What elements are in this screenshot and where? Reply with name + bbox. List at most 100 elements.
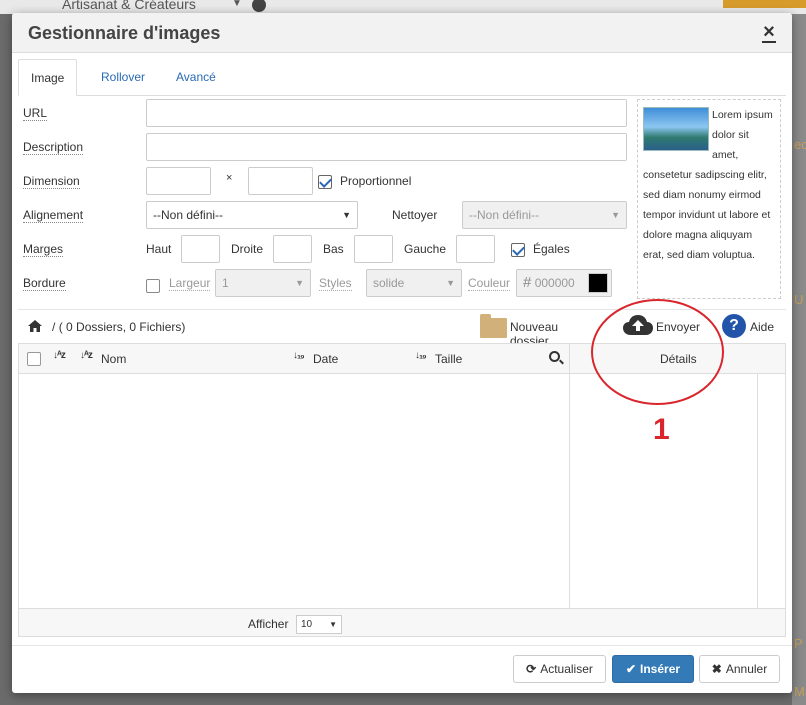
chevron-down-icon: ▼ — [342, 210, 351, 220]
margin-right-label: Droite — [231, 242, 264, 256]
chevron-down-icon: ▼ — [232, 0, 242, 9]
equal-margins-checkbox[interactable] — [511, 243, 525, 257]
border-checkbox[interactable] — [146, 279, 160, 293]
background-fragment: Ma — [794, 684, 806, 699]
insert-label: Insérer — [640, 662, 681, 676]
border-styles-label: Styles — [319, 276, 352, 291]
panel-divider — [569, 344, 570, 636]
home-icon[interactable] — [28, 320, 42, 332]
border-style-select[interactable]: solide ▼ — [366, 269, 462, 297]
close-icon[interactable]: × — [762, 22, 776, 43]
background-fragment: ec — [794, 137, 806, 152]
footer-divider — [12, 645, 792, 646]
proportional-checkbox[interactable] — [318, 175, 332, 189]
alignment-value: --Non défini-- — [153, 208, 224, 222]
equal-margins-label: Égales — [533, 242, 570, 256]
margin-bottom-label: Bas — [323, 242, 344, 256]
close-icon: ✖ — [711, 662, 722, 676]
border-color-input[interactable]: # 000000 — [516, 269, 612, 297]
hash-icon: # — [523, 274, 532, 291]
tab-bar: Image Rollover Avancé — [18, 59, 786, 96]
insert-button[interactable]: ✔ Insérer — [612, 655, 694, 683]
margin-left-label: Gauche — [404, 242, 447, 256]
background-fragment: P — [794, 636, 803, 651]
path-info: ( 0 Dossiers, 0 Fichiers) — [58, 320, 186, 334]
width-input[interactable] — [146, 167, 211, 195]
column-size[interactable]: Taille — [435, 352, 462, 366]
height-input[interactable] — [248, 167, 313, 195]
dimension-separator: × — [226, 172, 233, 184]
border-style-value: solide — [373, 276, 405, 290]
chevron-down-icon: ▼ — [329, 620, 337, 629]
margins-label: Marges — [23, 242, 64, 257]
sort-az-icon[interactable]: ↓ᴬz — [53, 350, 66, 361]
alignment-select[interactable]: --Non défini-- ▼ — [146, 201, 358, 229]
search-icon[interactable] — [549, 351, 560, 362]
help-icon: ? — [722, 314, 746, 338]
tab-advanced[interactable]: Avancé — [164, 59, 228, 96]
sort-az-icon[interactable]: ↓ᴬz — [80, 350, 93, 361]
alignment-label: Alignement — [23, 208, 84, 223]
tab-image[interactable]: Image — [18, 59, 78, 96]
margin-bottom-input[interactable] — [354, 235, 393, 263]
dialog-header: Gestionnaire d'images × — [12, 13, 792, 53]
sort-numeric-icon[interactable]: ↓₁₉ — [293, 350, 305, 361]
border-color-label: Couleur — [468, 276, 511, 291]
details-divider — [757, 374, 758, 608]
file-list-footer: Afficher 10 ▼ — [19, 608, 785, 636]
help-label: Aide — [750, 320, 775, 334]
cancel-button[interactable]: ✖ Annuler — [699, 655, 780, 683]
column-date[interactable]: Date — [313, 352, 338, 366]
tab-rollover[interactable]: Rollover — [89, 59, 157, 96]
description-label: Description — [23, 140, 84, 155]
description-input[interactable] — [146, 133, 627, 161]
background-right-strip: ec U P Ma — [792, 14, 806, 705]
margin-right-input[interactable] — [273, 235, 312, 263]
dialog-title: Gestionnaire d'images — [28, 23, 221, 43]
border-width-label: Largeur — [169, 276, 211, 291]
image-manager-dialog: Gestionnaire d'images × Image Rollover A… — [12, 13, 792, 693]
background-crumb: Artisanat & Créateurs — [62, 0, 196, 12]
new-folder-button[interactable]: Nouveau dossier — [480, 314, 600, 348]
clear-select[interactable]: --Non défini-- ▼ — [462, 201, 627, 229]
chevron-down-icon: ▼ — [295, 278, 304, 288]
check-icon: ✔ — [625, 662, 637, 676]
background-accent — [723, 0, 806, 8]
margin-top-label: Haut — [146, 242, 172, 256]
refresh-button[interactable]: ⟳ Actualiser — [513, 655, 606, 683]
folder-icon — [480, 314, 507, 338]
show-label: Afficher — [248, 617, 289, 631]
border-color-value: 000000 — [534, 276, 575, 290]
annotation-number: 1 — [653, 413, 670, 446]
border-width-select[interactable]: 1 ▼ — [215, 269, 311, 297]
page-size-value: 10 — [301, 619, 313, 630]
refresh-label: Actualiser — [540, 662, 593, 676]
chevron-down-icon: ▼ — [446, 278, 455, 288]
help-button[interactable]: ? Aide — [722, 314, 782, 340]
select-all-checkbox[interactable] — [27, 352, 41, 366]
cancel-label: Annuler — [725, 662, 768, 676]
sort-numeric-icon[interactable]: ↓₁₉ — [415, 350, 427, 361]
background-fragment: U — [794, 292, 804, 307]
background-page-bar: Artisanat & Créateurs ▼ — [0, 0, 806, 14]
url-label: URL — [23, 106, 48, 121]
image-preview: Lorem ipsum dolor sit amet, consetetur s… — [637, 99, 781, 299]
clear-value: --Non défini-- — [469, 208, 540, 222]
chevron-down-icon: ▼ — [611, 210, 620, 220]
refresh-icon: ⟳ — [526, 662, 537, 676]
color-swatch[interactable] — [588, 273, 608, 293]
url-input[interactable] — [146, 99, 627, 127]
margin-top-input[interactable] — [181, 235, 220, 263]
path-separator: / — [52, 320, 56, 334]
annotation-circle — [591, 299, 724, 405]
info-icon — [252, 0, 266, 12]
border-width-value: 1 — [222, 276, 229, 290]
proportional-label: Proportionnel — [340, 174, 412, 188]
margin-left-input[interactable] — [456, 235, 495, 263]
dimension-label: Dimension — [23, 174, 80, 189]
page-size-select[interactable]: 10 ▼ — [296, 615, 342, 634]
clear-label: Nettoyer — [392, 208, 438, 222]
column-name[interactable]: Nom — [101, 352, 126, 366]
preview-thumbnail — [643, 107, 709, 151]
border-label: Bordure — [23, 276, 66, 291]
